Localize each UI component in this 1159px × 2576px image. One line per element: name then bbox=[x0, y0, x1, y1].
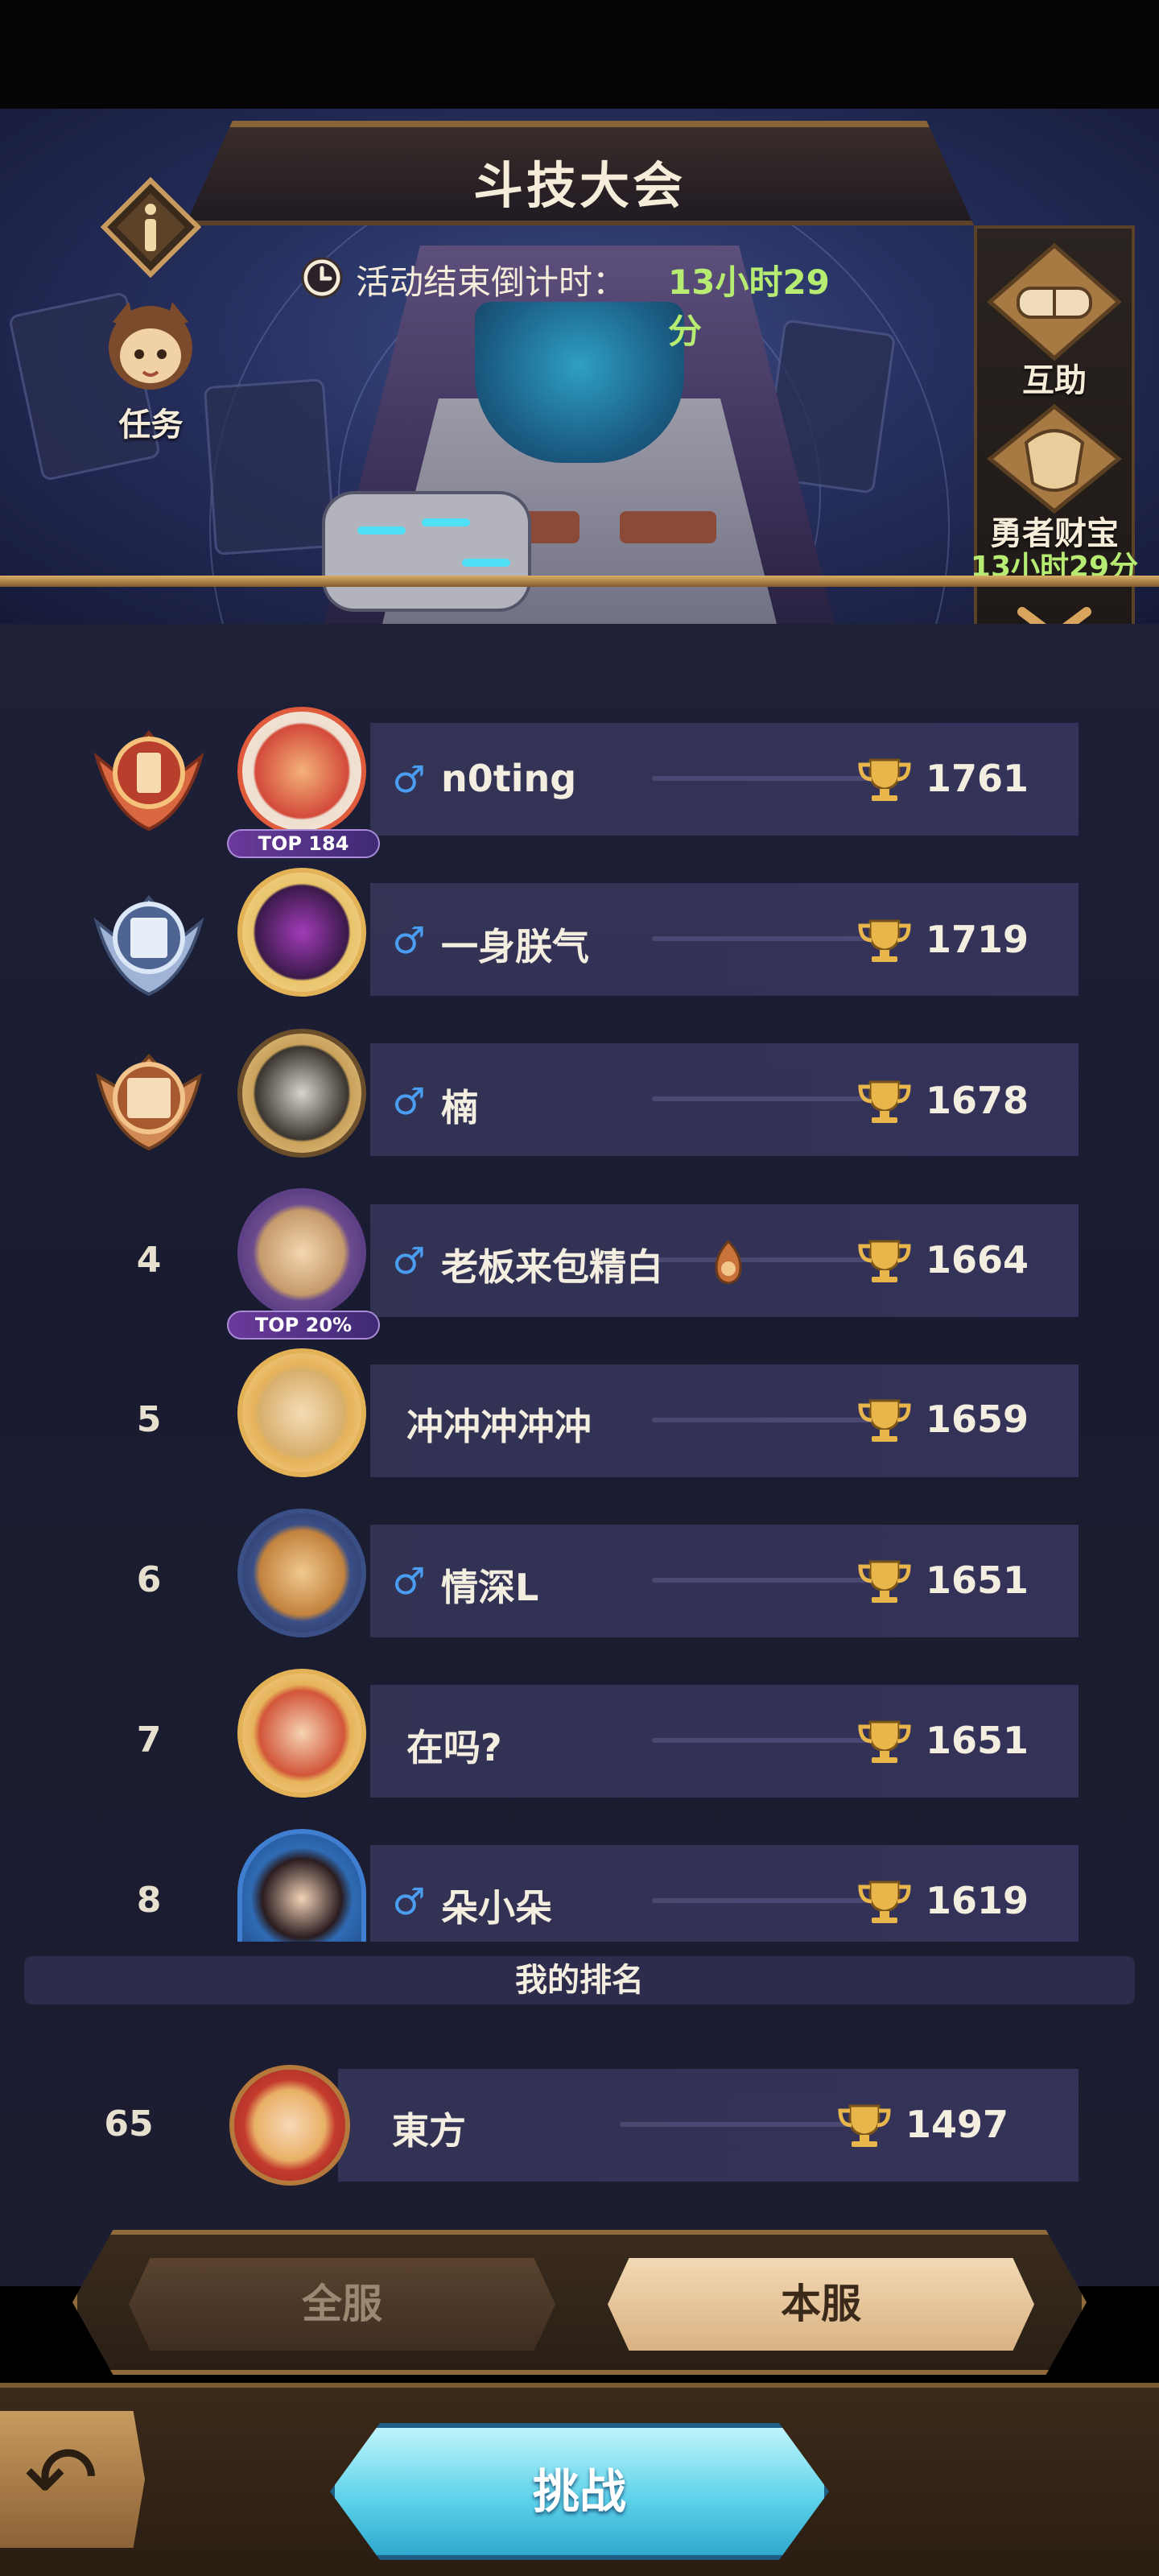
score: 1678 bbox=[926, 1079, 1029, 1122]
rank-number: 6 bbox=[136, 1559, 162, 1600]
rank-3-medal-icon bbox=[96, 1054, 202, 1151]
clock-icon bbox=[301, 257, 343, 299]
assist-handshake-icon[interactable] bbox=[978, 242, 1131, 362]
fist-glow bbox=[422, 518, 470, 526]
row-flourish bbox=[620, 2122, 861, 2127]
avatar[interactable] bbox=[237, 1669, 366, 1798]
score: 1664 bbox=[926, 1238, 1029, 1282]
task-button[interactable]: 任务 bbox=[80, 298, 221, 444]
my-rank-header: 我的排名 bbox=[24, 1956, 1135, 2004]
tab-all-server[interactable]: 全服 bbox=[129, 2258, 555, 2351]
hero-fist bbox=[322, 491, 531, 612]
avatar[interactable] bbox=[237, 1188, 366, 1317]
hero-face bbox=[475, 302, 684, 463]
my-score: 1497 bbox=[905, 2103, 1009, 2146]
score: 1761 bbox=[926, 757, 1029, 800]
event-countdown: 活动结束倒计时： 13小时29分 bbox=[298, 246, 861, 351]
info-button[interactable] bbox=[101, 177, 201, 278]
player-name: 朵小朵 bbox=[441, 1886, 552, 1930]
back-arrow-icon: ↶ bbox=[24, 2426, 99, 2529]
score: 1659 bbox=[926, 1397, 1029, 1441]
player-name: n0ting bbox=[441, 757, 577, 800]
trophy-icon bbox=[838, 2104, 891, 2147]
trophy-icon bbox=[858, 1080, 911, 1123]
rank-number: 8 bbox=[136, 1880, 162, 1921]
avatar[interactable] bbox=[237, 1509, 366, 1637]
score: 1619 bbox=[926, 1879, 1029, 1922]
male-icon: ♂ bbox=[392, 1880, 426, 1923]
flame-badge-icon bbox=[715, 1240, 742, 1285]
status-bar bbox=[0, 0, 1159, 109]
trophy-icon bbox=[858, 1399, 911, 1442]
task-mascot-icon bbox=[109, 302, 192, 390]
task-label: 任务 bbox=[118, 407, 184, 444]
fist-glow bbox=[462, 559, 510, 567]
player-name: 冲冲冲冲冲 bbox=[406, 1405, 592, 1448]
my-player-name: 東方 bbox=[392, 2109, 466, 2153]
trophy-icon bbox=[858, 758, 911, 801]
score: 1651 bbox=[926, 1719, 1029, 1762]
trophy-icon bbox=[858, 1240, 911, 1282]
rank-1-medal-icon bbox=[93, 729, 204, 832]
fist-glow bbox=[357, 526, 406, 535]
my-rank-number: 65 bbox=[104, 2103, 154, 2145]
rank-number: 4 bbox=[136, 1240, 162, 1281]
assist-label[interactable]: 互助 bbox=[950, 354, 1159, 401]
avatar[interactable] bbox=[237, 1348, 366, 1477]
rank-tag-badge: TOP 184 bbox=[227, 829, 380, 858]
score: 1651 bbox=[926, 1558, 1029, 1602]
avatar[interactable] bbox=[237, 868, 366, 997]
my-avatar[interactable] bbox=[229, 2065, 350, 2186]
rank-2-medal-icon bbox=[93, 894, 204, 997]
player-name: 楠 bbox=[441, 1086, 478, 1129]
back-button[interactable]: ↶ bbox=[0, 2411, 145, 2548]
rank-number: 7 bbox=[136, 1719, 162, 1761]
male-icon: ♂ bbox=[392, 1559, 426, 1603]
male-icon: ♂ bbox=[392, 919, 426, 962]
player-name: 一身朕气 bbox=[441, 925, 589, 968]
countdown-value: 13小时29分 bbox=[668, 262, 830, 351]
male-icon: ♂ bbox=[392, 758, 426, 801]
trophy-icon bbox=[858, 1880, 911, 1923]
tab-this-server[interactable]: 本服 bbox=[608, 2258, 1034, 2351]
avatar[interactable] bbox=[237, 1029, 366, 1158]
challenge-button[interactable]: 挑战 bbox=[330, 2423, 829, 2560]
rank-tag-badge: TOP 20% bbox=[227, 1311, 380, 1340]
treasure-crest-icon[interactable] bbox=[978, 402, 1131, 515]
player-name: 老板来包精白 bbox=[441, 1245, 663, 1289]
player-name: 在吗? bbox=[406, 1726, 502, 1769]
banner-divider bbox=[0, 576, 1159, 587]
hero-bracer bbox=[620, 511, 716, 543]
trophy-icon bbox=[858, 1720, 911, 1763]
male-icon: ♂ bbox=[392, 1080, 426, 1123]
male-icon: ♂ bbox=[392, 1239, 426, 1282]
player-name: 情深L bbox=[441, 1566, 539, 1609]
trophy-icon bbox=[858, 919, 911, 962]
banner-card bbox=[203, 378, 336, 555]
avatar[interactable] bbox=[237, 707, 366, 836]
trophy-icon bbox=[858, 1560, 911, 1603]
score: 1719 bbox=[926, 918, 1029, 961]
countdown-label: 活动结束倒计时： bbox=[356, 262, 627, 302]
rank-number: 5 bbox=[136, 1399, 162, 1440]
